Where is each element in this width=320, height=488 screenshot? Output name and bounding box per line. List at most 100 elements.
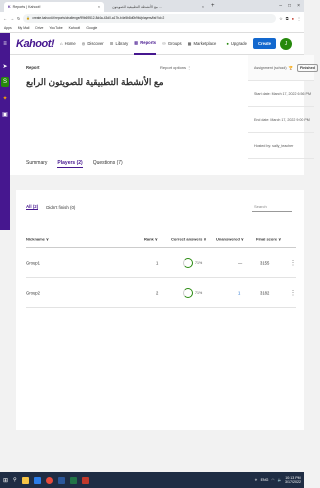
row-correct-pct: 71% <box>195 260 203 265</box>
file-explorer-icon[interactable] <box>21 476 29 484</box>
kahoot-logo[interactable]: Kahoot! <box>16 38 55 50</box>
bookmark-apps[interactable]: Apps <box>4 26 12 30</box>
close-tab-icon[interactable]: × <box>202 5 204 9</box>
row-menu-icon[interactable]: ⋮ <box>290 259 296 266</box>
chrome-icon[interactable] <box>45 476 53 484</box>
col-rank[interactable]: Rank ∨ <box>144 236 158 241</box>
close-window-icon[interactable]: × <box>297 3 300 9</box>
forward-icon[interactable]: → <box>10 16 14 21</box>
search-placeholder: Search <box>254 204 267 209</box>
tab-summary[interactable]: Summary <box>26 160 47 168</box>
row-score: 3155 <box>260 260 270 265</box>
pin-icon[interactable]: ➤ <box>1 61 9 71</box>
row-menu-icon[interactable]: ⋮ <box>290 289 296 296</box>
upgrade-link[interactable]: ● Upgrade <box>226 41 247 46</box>
star-icon[interactable]: ☆ <box>279 16 283 21</box>
table-row[interactable]: Group1 1 71% — 3155 ⋮ <box>26 248 296 278</box>
col-correct[interactable]: Correct answers ∨ <box>171 236 206 241</box>
home-icon: ⌂ <box>60 41 63 46</box>
start-date-row: Start date: March 17, 2022 6:56 PM <box>248 81 314 107</box>
star-rail-icon[interactable]: ✦ <box>1 93 9 103</box>
nav-reports[interactable]: ▥ Reports <box>134 33 157 55</box>
bookmark-youtube[interactable]: YouTube <box>49 26 62 30</box>
nav-groups[interactable]: ⚇ Groups <box>162 33 182 55</box>
bookmark-kahoot[interactable]: Kahoot! <box>69 26 81 30</box>
extensions-icon[interactable]: ⧉ <box>286 16 289 21</box>
filter-didnt-finish[interactable]: Didn't finish (0) <box>46 205 75 210</box>
maximize-icon[interactable]: □ <box>288 3 291 9</box>
col-nickname[interactable]: Nickname ∨ <box>26 236 49 241</box>
end-date-row: End date: March 17, 2022 9:00 PM <box>248 107 314 133</box>
avatar[interactable]: J <box>280 37 293 50</box>
row-rank: 1 <box>156 260 159 265</box>
players-panel: All (2) Didn't finish (0) Search Nicknam… <box>16 190 304 430</box>
new-tab-icon[interactable]: + <box>211 3 215 9</box>
system-tray: ☀ ENG ◠ 🔈 10:13 PM 3/17/2022 <box>254 476 301 484</box>
row-unanswered[interactable]: 1 <box>238 290 240 295</box>
bookmark-mail[interactable]: My Mail <box>18 26 30 30</box>
store-app-icon[interactable] <box>33 476 41 484</box>
nav-marketplace-label: Marketplace <box>193 41 217 46</box>
menu-icon[interactable]: ⋮ <box>297 16 301 21</box>
bookmark-drive[interactable]: Drive <box>35 26 43 30</box>
report-header: Report مع الأنشطة التطبيقية للصويتون الر… <box>10 55 318 175</box>
clock-date: 3/17/2022 <box>285 480 301 484</box>
correct-ring-icon <box>183 287 193 298</box>
nav-discover-label: Discover <box>87 41 104 46</box>
create-button[interactable]: Create <box>252 38 277 49</box>
start-date: Start date: March 17, 2022 6:56 PM <box>254 91 311 96</box>
language-indicator[interactable]: ENG <box>261 478 269 482</box>
bookmark-google[interactable]: Google <box>86 26 97 30</box>
report-tabs: Summary Players (2) Questions (7) <box>26 160 123 168</box>
player-filters: All (2) Didn't finish (0) <box>26 204 75 210</box>
nav-groups-label: Groups <box>167 41 182 46</box>
browser-tab-reports[interactable]: K Reports | Kahoot! × <box>4 2 104 12</box>
upgrade-label: Upgrade <box>230 41 247 46</box>
rail-toggle-icon[interactable]: ≡ <box>0 32 10 55</box>
volume-icon[interactable]: 🔈 <box>278 478 282 482</box>
share-icon[interactable]: S <box>1 77 9 87</box>
profile-icon[interactable]: ● <box>292 16 294 21</box>
report-options-button[interactable]: Report options ⋮ <box>160 65 191 70</box>
message-icon[interactable]: ▣ <box>1 109 9 119</box>
wifi-icon[interactable]: ◠ <box>271 478 274 482</box>
report-options-label: Report options <box>160 65 187 70</box>
tab-players[interactable]: Players (2) <box>57 160 83 168</box>
reload-icon[interactable]: ↻ <box>17 16 20 21</box>
row-correct: 71% <box>183 257 203 268</box>
nav-home[interactable]: ⌂ Home <box>60 33 76 55</box>
windows-start-icon[interactable]: ⊞ <box>3 477 8 484</box>
nav-marketplace[interactable]: ▦ Marketplace <box>188 33 217 55</box>
status-badge: Finished <box>297 63 318 72</box>
row-correct: 71% <box>183 287 202 298</box>
filter-all[interactable]: All (2) <box>26 204 39 210</box>
media-icon[interactable] <box>81 476 89 484</box>
word-icon[interactable] <box>57 476 65 484</box>
minimize-icon[interactable]: – <box>279 3 282 9</box>
clock[interactable]: 10:13 PM 3/17/2022 <box>285 476 301 484</box>
nav-discover[interactable]: ◎ Discover <box>82 33 104 55</box>
search-input[interactable]: Search <box>252 202 292 212</box>
col-final-score[interactable]: Final score ∨ <box>256 236 281 241</box>
end-date: End date: March 17, 2022 9:00 PM <box>254 117 310 122</box>
row-unanswered: — <box>238 260 243 265</box>
url-field[interactable]: 🔒 create.kahoot.it/reports/challenge/99b… <box>23 13 277 23</box>
browser-tab-second[interactable]: مع الأنشطة التطبيقية للصويتون ... × <box>108 2 208 12</box>
search-icon[interactable]: ⚲ <box>13 477 17 483</box>
hosted-by-row: Hosted by: sally_teacher <box>248 133 314 159</box>
nav-reports-label: Reports <box>140 40 157 45</box>
groups-icon: ⚇ <box>162 41 166 46</box>
trophy-icon: 🏆 <box>288 65 294 70</box>
window-controls: – □ × <box>279 0 304 12</box>
nav-library[interactable]: ☰ Library <box>110 33 129 55</box>
table-row[interactable]: Group2 2 71% 1 3182 ⋮ <box>26 278 296 308</box>
assignment-row: Assignment (school) 🏆 Finished <box>248 55 318 81</box>
tab-questions[interactable]: Questions (7) <box>93 160 123 168</box>
close-tab-icon[interactable]: × <box>98 5 100 9</box>
url-text: create.kahoot.it/reports/challenge/99b69… <box>32 16 165 20</box>
back-icon[interactable]: ← <box>3 16 7 21</box>
weather-icon[interactable]: ☀ <box>254 478 257 482</box>
excel-icon[interactable] <box>69 476 77 484</box>
bar-chart-icon: ▥ <box>134 40 139 45</box>
col-unanswered[interactable]: Unanswered ∨ <box>216 236 244 241</box>
